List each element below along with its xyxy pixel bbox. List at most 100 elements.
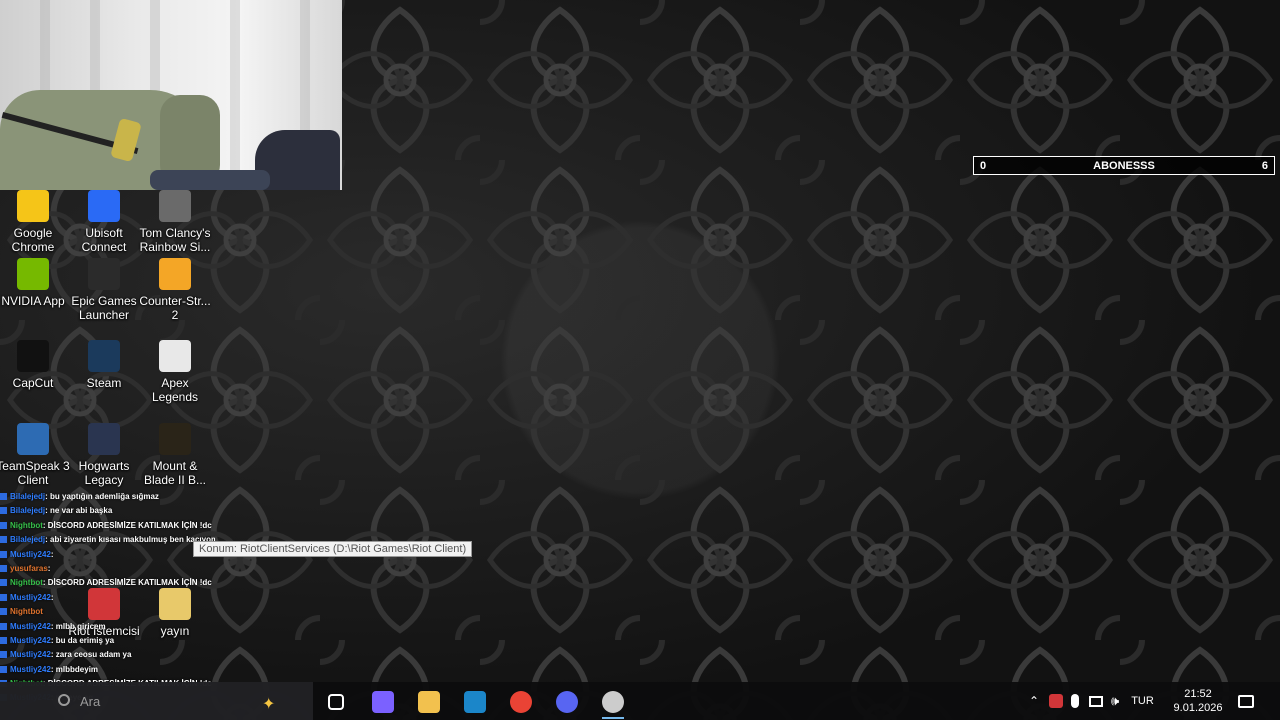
- notification-button[interactable]: [1238, 682, 1254, 720]
- steam-taskbar-button[interactable]: [452, 687, 498, 717]
- chat-badge-icon: [0, 536, 7, 544]
- clock[interactable]: 21:52 9.01.2026: [1168, 682, 1228, 720]
- chat-badge-icon: [0, 579, 7, 587]
- discord-taskbar-icon: [556, 691, 578, 713]
- ubisoft-icon: [88, 190, 120, 222]
- chat-message: Mustliy242: zara ceosu adam ya: [0, 648, 215, 662]
- chat-text: :: [47, 563, 51, 573]
- desktop-icon[interactable]: Ubisoft Connect: [67, 190, 141, 254]
- search-placeholder: Ara: [80, 693, 101, 709]
- desktop-icon[interactable]: Apex Legends: [138, 340, 212, 404]
- chat-username: Bilalejedj: [10, 535, 46, 545]
- chat-message: Bilalejedj: ne var abi başka: [0, 504, 215, 518]
- chat-badge-icon: [0, 651, 7, 659]
- chat-message: Mustliy242:: [0, 548, 215, 562]
- chat-message: Nightbot: DİSCORD ADRESİMİZE KATILMAK İÇ…: [0, 519, 215, 533]
- volume-icon[interactable]: 🕪: [1111, 693, 1119, 709]
- steam-icon: [88, 340, 120, 372]
- desktop-icon[interactable]: CapCut: [0, 340, 70, 390]
- obs-taskbar-icon: [602, 691, 624, 713]
- desktop-icon-label: Ubisoft Connect: [81, 226, 127, 254]
- language-indicator[interactable]: TUR: [1131, 695, 1154, 707]
- task-view-button[interactable]: [313, 687, 359, 717]
- chevron-up-icon[interactable]: ⌃: [1024, 694, 1044, 708]
- desktop-icon[interactable]: Steam: [67, 340, 141, 390]
- chat-message: Mustliy242: mlbbdeyim: [0, 663, 215, 677]
- chat-text: :: [50, 592, 54, 602]
- rainbow-six-icon: [159, 190, 191, 222]
- goal-title: ABONESSS: [1093, 159, 1155, 172]
- chat-message: Bilalejedj: bu yaptığın ademliğa sığmaz: [0, 490, 215, 504]
- chrome-taskbar-icon: [510, 691, 532, 713]
- search-icon: [58, 694, 70, 706]
- desktop-icon-label: Tom Clancy's Rainbow Si...: [139, 226, 211, 254]
- chat-message: yusufaras:: [0, 562, 215, 576]
- chat-message: Nightbot: [0, 605, 215, 619]
- chat-username: Bilalejedj: [10, 492, 46, 501]
- file-explorer-button[interactable]: [406, 687, 452, 717]
- file-icon: [159, 340, 191, 372]
- desktop-icon[interactable]: Google Chrome: [0, 190, 70, 254]
- chat-badge-icon: [0, 507, 7, 515]
- copilot-button[interactable]: [360, 687, 406, 717]
- desktop-icon[interactable]: Epic Games Launcher: [67, 258, 141, 322]
- subscriber-goal-bar: 0 ABONESSS 6: [973, 156, 1275, 175]
- chat-message: Mustliy242:: [0, 591, 215, 605]
- chat-badge-icon: [0, 521, 7, 529]
- chat-text: :: [50, 549, 54, 559]
- desktop-icon-label: NVIDIA App: [1, 294, 65, 308]
- system-tray: ⌃ 🕪 TUR: [1024, 682, 1154, 720]
- chat-username: Bilalejedj: [10, 506, 46, 516]
- desktop-icon-label: Mount & Blade II B...: [143, 459, 207, 487]
- microphone-icon[interactable]: [1071, 694, 1079, 708]
- desktop-icon[interactable]: Hogwarts Legacy: [67, 423, 141, 487]
- desktop-icon[interactable]: Tom Clancy's Rainbow Si...: [138, 190, 212, 254]
- notification-icon: [1238, 694, 1254, 708]
- chat-message: Mustliy242: bu da erimiş ya: [0, 634, 215, 648]
- goal-target: 6: [1261, 159, 1268, 172]
- teamspeak-icon: [17, 423, 49, 455]
- desktop-icon[interactable]: Counter-Str... 2: [138, 258, 212, 322]
- search-highlight-icon: ✦: [262, 696, 276, 713]
- desktop-icon-label: TeamSpeak 3 Client: [0, 459, 70, 487]
- desktop-icon-label: Hogwarts Legacy: [78, 459, 130, 487]
- chat-badge-icon: [0, 493, 7, 500]
- discord-taskbar-button[interactable]: [544, 687, 590, 717]
- copilot-icon: [372, 691, 394, 713]
- chat-username: Mustliy242: [10, 549, 51, 559]
- network-icon[interactable]: [1089, 695, 1103, 707]
- chat-text: : ne var abi başka: [45, 506, 113, 516]
- chat-text: : bu da erimiş ya: [50, 635, 115, 645]
- obs-taskbar-button[interactable]: [590, 687, 636, 719]
- record-icon[interactable]: [1049, 694, 1063, 708]
- hogwarts-icon: [88, 423, 120, 455]
- desktop-icon[interactable]: NVIDIA App: [0, 258, 70, 308]
- chat-username: Mustliy242: [10, 664, 51, 674]
- chat-text: : mlbbdeyim: [50, 664, 99, 674]
- chat-username: Mustliy242: [10, 650, 51, 660]
- taskbar-search-box[interactable]: Ara ✦: [0, 682, 313, 720]
- chat-message: Bilalejedj: abi ziyaretin kısası makbulm…: [0, 533, 215, 547]
- chat-badge-icon: [0, 665, 7, 673]
- webcam-overlay: [0, 0, 342, 190]
- chat-badge-icon: [0, 550, 7, 558]
- chat-message: Mustliy242: mlbb giricem: [0, 620, 215, 634]
- desktop-icon-label: Steam: [86, 376, 122, 390]
- desktop-icon-label: CapCut: [12, 376, 54, 390]
- chat-text: : abi ziyaretin kısası makbulmuş ben kaç…: [45, 535, 215, 545]
- file-explorer-icon: [418, 691, 440, 713]
- capcut-icon: [17, 340, 49, 372]
- desktop-icon[interactable]: TeamSpeak 3 Client: [0, 423, 70, 487]
- chat-username: Mustliy242: [10, 592, 51, 602]
- chrome-icon: [17, 190, 49, 222]
- chat-text: : DİSCORD ADRESİMİZE KATILMAK İÇİN !dc: [42, 578, 212, 588]
- chrome-taskbar-button[interactable]: [498, 687, 544, 717]
- chat-text: : mlbb giricem: [50, 621, 106, 631]
- chat-username: Nightbot: [10, 578, 43, 588]
- epic-games-icon: [88, 258, 120, 290]
- desktop-icon-label: Google Chrome: [11, 226, 55, 254]
- chat-username: Mustliy242: [10, 621, 51, 631]
- clock-date: 9.01.2026: [1173, 702, 1223, 714]
- desktop-icon[interactable]: Mount & Blade II B...: [138, 423, 212, 487]
- chat-text: : bu yaptığın ademliğa sığmaz: [45, 492, 159, 501]
